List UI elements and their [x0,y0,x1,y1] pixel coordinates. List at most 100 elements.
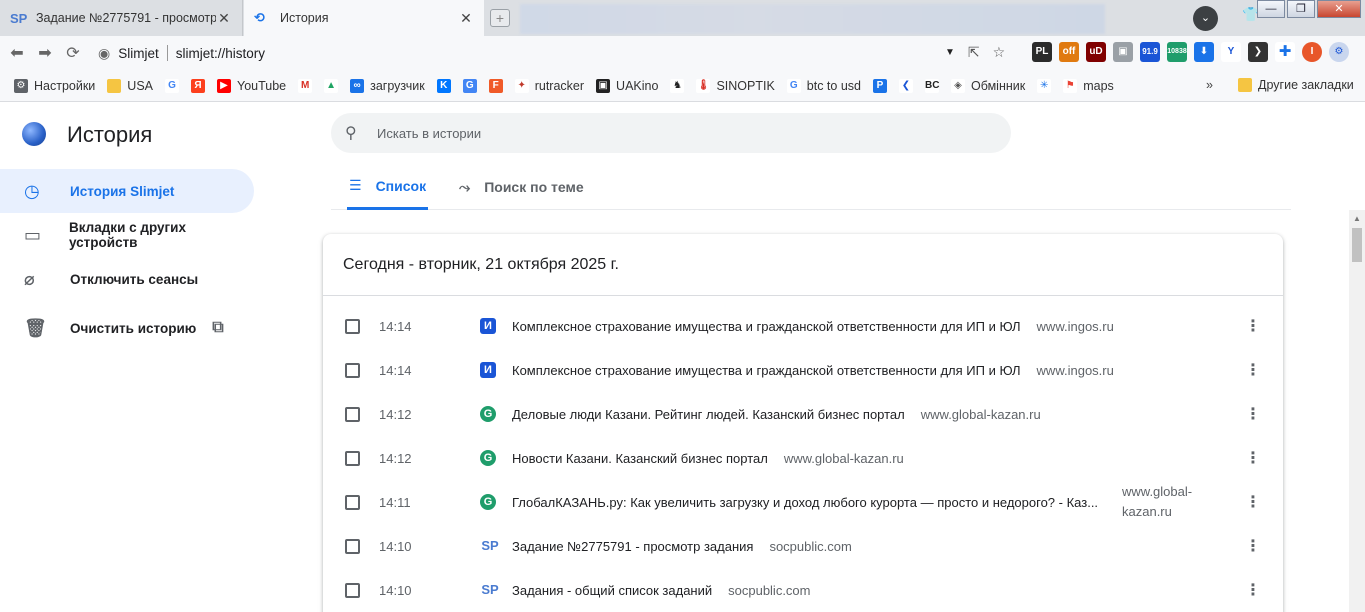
chevron-down-icon[interactable]: ⌄ [1193,6,1218,31]
bookmark-настройки[interactable]: ⚙ Настройки [14,78,95,93]
new-tab-button[interactable]: + [490,9,510,27]
scrollbar-thumb[interactable] [1352,228,1362,262]
share-icon[interactable]: ⇱ [968,44,980,61]
entry-title[interactable]: Новости Казани. Казанский бизнес портал [512,451,768,466]
table-row[interactable]: 14:14 И Комплексное страхование имущества … [323,304,1283,348]
entry-domain[interactable]: socpublic.com [728,583,810,598]
tab-task[interactable]: SP Задание №2775791 - просмотр з ✕ [0,0,243,36]
table-row[interactable]: 14:10 SP Задания - общий список заданий soc… [323,568,1283,612]
bookmark-gmail[interactable]: M [298,78,313,93]
table-row[interactable]: 14:12 G Деловые люди Казани. Рейтинг людей… [323,392,1283,436]
row-checkbox[interactable] [345,538,360,554]
bookmark-rutracker[interactable]: ✦ rutracker [514,78,584,93]
more-vert-icon[interactable]: ⋮ [1245,492,1261,512]
puzzle-icon[interactable]: ✚ [1275,42,1295,62]
pl-extension-icon[interactable]: PL [1032,42,1052,62]
entry-title[interactable]: Комплексное страхование имущества и граж… [512,319,1021,334]
bookmarks-more-button[interactable]: » [1206,78,1213,92]
entry-title[interactable]: Деловые люди Казани. Рейтинг людей. Каза… [512,407,905,422]
bookmark-star-burst[interactable]: ✳ [1037,78,1052,93]
terminal-icon[interactable]: ❯ [1248,42,1268,62]
bookmark-youtube[interactable]: ▶ YouTube [217,78,286,93]
close-window-button[interactable]: ✕ [1317,0,1361,18]
bookmark-translate[interactable]: G [462,78,477,93]
entry-link[interactable]: Комплексное страхование имущества и граж… [512,319,1114,334]
row-checkbox[interactable] [345,318,360,334]
other-bookmarks-folder[interactable]: Другие закладки [1238,78,1354,92]
row-checkbox[interactable] [345,450,360,466]
entry-link[interactable]: Деловые люди Казани. Рейтинг людей. Каза… [512,407,1041,422]
url-text[interactable]: slimjet://history [176,46,265,61]
row-checkbox[interactable] [345,494,360,510]
more-vert-icon[interactable]: ⋮ [1245,404,1261,424]
bookmark-sinoptik[interactable]: 🌡 SINOPTIK [696,78,775,93]
entry-domain[interactable]: www.global-kazan.ru [784,451,904,466]
more-vert-icon[interactable]: ⋮ [1245,580,1261,600]
entry-link[interactable]: ГлобалКАЗАНЬ.ру: Как увеличить загрузку … [512,482,1202,522]
settings-gear-icon[interactable]: ⚙ [1329,42,1349,62]
entry-domain[interactable]: www.ingos.ru [1037,363,1114,378]
row-checkbox[interactable] [345,362,360,378]
search-input[interactable] [377,125,977,141]
close-icon[interactable]: ✕ [458,10,474,27]
entry-title[interactable]: Комплексное страхование имущества и граж… [512,363,1021,378]
bookmark-usa[interactable]: USA [107,78,153,93]
sidebar-item-history[interactable]: ◷ История Slimjet [0,169,254,213]
entry-title[interactable]: Задания - общий список заданий [512,583,712,598]
bookmark-bc[interactable]: BC [924,78,939,93]
off-extension-icon[interactable]: off [1059,42,1079,62]
bookmark-загрузчик[interactable]: ∞ загрузчик [350,78,425,93]
entry-link[interactable]: Новости Казани. Казанский бизнес портал w… [512,451,904,466]
row-checkbox[interactable] [345,406,360,422]
table-row[interactable]: 14:10 SP Задание №2775791 - просмотр задан… [323,524,1283,568]
entry-link[interactable]: Комплексное страхование имущества и граж… [512,363,1114,378]
entry-domain[interactable]: www.global-kazan.ru [921,407,1041,422]
sidebar-item-clear-history[interactable]: 🗑 Очистить историю ⧉ [0,306,254,350]
minimize-button[interactable]: — [1257,0,1285,18]
search-box[interactable]: ⚲ [331,113,1011,153]
scroll-up-icon[interactable]: ▲ [1353,214,1361,223]
bookmark-google[interactable]: G [165,78,179,93]
bookmark-p[interactable]: P [872,78,887,93]
bookmark-обмінник[interactable]: ◈ Обмінник [950,78,1025,93]
more-vert-icon[interactable]: ⋮ [1245,448,1261,468]
y-extension-icon[interactable]: Y [1221,42,1241,62]
table-row[interactable]: 14:11 G ГлобалКАЗАНЬ.ру: Как увеличить заг… [323,480,1283,524]
bookmark-drive[interactable]: ▲ [324,78,339,93]
table-row[interactable]: 14:12 G Новости Казани. Казанский бизнес п… [323,436,1283,480]
avatar[interactable]: I [1302,42,1322,62]
bitcoin-extension-icon[interactable]: 10838 [1167,42,1187,62]
entry-domain[interactable]: www.global-kazan.ru [1122,482,1202,522]
more-vert-icon[interactable]: ⋮ [1245,360,1261,380]
entry-link[interactable]: Задание №2775791 - просмотр задания socpu… [512,539,852,554]
bookmark-chess[interactable]: ♞ [670,78,685,93]
forward-icon[interactable]: ➡ [34,43,56,63]
sidebar-item-disable-sessions[interactable]: ⌀ Отключить сеансы [0,257,254,301]
dropdown-arrow-icon[interactable]: ▼ [945,47,955,58]
bookmark-yandex[interactable]: Я [191,78,205,93]
briefcase-icon[interactable]: ▣ [1113,42,1133,62]
maximize-button[interactable]: ❐ [1287,0,1315,18]
reload-icon[interactable]: ⟳ [62,43,84,63]
entry-title[interactable]: ГлобалКАЗАНЬ.ру: Как увеличить загрузку … [512,495,1100,510]
scrollbar[interactable]: ▲ [1349,210,1365,612]
sidebar-item-other-devices[interactable]: ▭ Вкладки с других устройств [0,213,254,257]
bookmark-arrow[interactable]: ❮ [898,78,913,93]
more-vert-icon[interactable]: ⋮ [1245,536,1261,556]
back-icon[interactable]: ⬅ [6,43,28,63]
tab-list[interactable]: ☰ Список [347,164,429,210]
tab-topic-search[interactable]: ⤳ Поиск по теме [459,164,584,210]
counter-extension-icon[interactable]: 91.9 [1140,42,1160,62]
bookmark-btc-to-usd[interactable]: Gbtc to usd [786,78,861,93]
bookmark-uakino[interactable]: ▣ UAKino [596,78,658,93]
ublock-icon[interactable]: uD [1086,42,1106,62]
more-vert-icon[interactable]: ⋮ [1245,316,1261,336]
bookmark-maps[interactable]: ⚑ maps [1063,78,1114,93]
close-icon[interactable]: ✕ [216,10,232,27]
entry-domain[interactable]: www.ingos.ru [1037,319,1114,334]
download-icon[interactable]: ⬇ [1194,42,1214,62]
tab-history[interactable]: ⟲ История ✕ [244,0,484,36]
row-checkbox[interactable] [345,582,360,598]
entry-title[interactable]: Задание №2775791 - просмотр задания [512,539,753,554]
entry-link[interactable]: Задания - общий список заданий socpublic.… [512,583,811,598]
